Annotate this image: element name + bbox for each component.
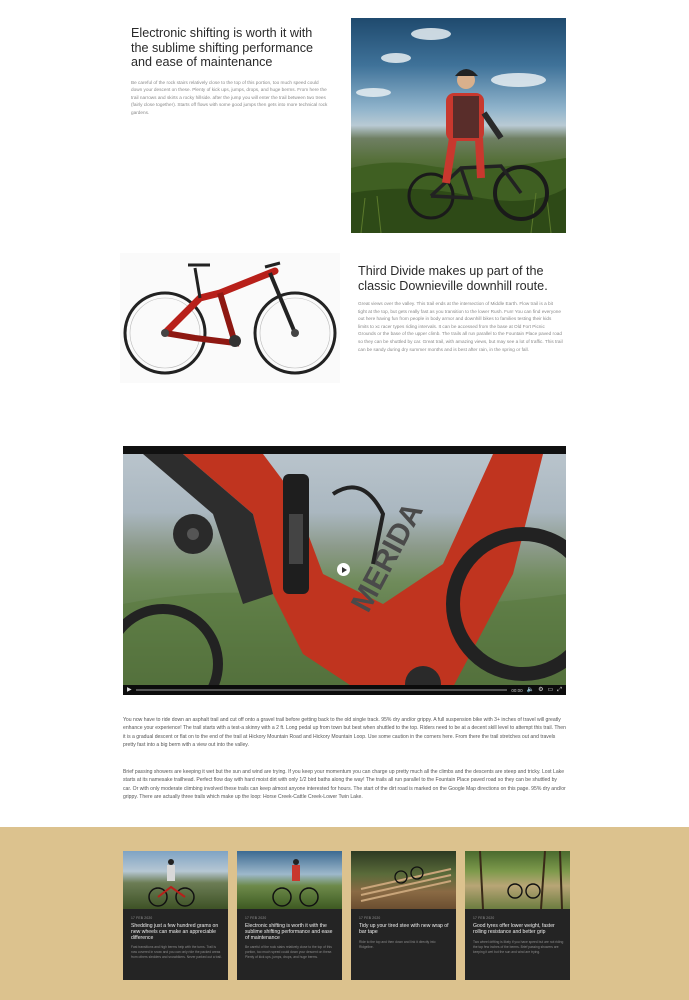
bike-product-photo (120, 253, 340, 383)
feature-heading-1: Electronic shifting is worth it with the… (131, 26, 314, 69)
feature-body-2: Great views over the valley. This trail … (358, 301, 563, 352)
post-card[interactable]: 17 FEB 2020 Electronic shifting is worth… (237, 851, 342, 980)
post-title[interactable]: Electronic shifting is worth it with the… (245, 923, 336, 941)
play-button[interactable]: ▶ (127, 685, 132, 695)
post-title[interactable]: Shedding just a few hundred grams on new… (131, 923, 222, 941)
post-card[interactable]: 17 FEB 2020 Tidy up your tired stee with… (351, 851, 456, 980)
progress-bar[interactable] (135, 689, 508, 691)
post-date: 17 FEB 2020 (131, 916, 153, 920)
post-thumbnail[interactable] (237, 851, 342, 909)
post-excerpt: Ride to the top and then down and link i… (359, 939, 436, 949)
related-posts-grid: 17 FEB 2020 Shedding just a few hundred … (123, 851, 570, 980)
post-excerpt: Two wheel drifting is likely if you have… (473, 939, 564, 954)
post-thumbnail[interactable] (351, 851, 456, 909)
feature-body-1: Be careful of the rock stairs relatively… (131, 79, 328, 115)
post-excerpt: Be careful of the rock stairs relatively… (245, 945, 333, 960)
post-card[interactable]: 17 FEB 2020 Shedding just a few hundred … (123, 851, 228, 980)
play-icon (341, 566, 347, 573)
post-date: 17 FEB 2020 (245, 916, 267, 920)
volume-icon[interactable]: 🔈 (527, 685, 534, 695)
video-controls: ▶ 00:00 🔈 ⚙ ▭ ⤢ (123, 685, 566, 695)
post-card[interactable]: 17 FEB 2020 Good tyres offer lower weigh… (465, 851, 570, 980)
post-title[interactable]: Good tyres offer lower weight, faster ro… (473, 923, 564, 936)
bike-illustration (123, 261, 337, 375)
feature-heading-2: Third Divide makes up part of the classi… (358, 264, 548, 293)
rider-illustration (351, 69, 566, 233)
post-thumbnail[interactable] (123, 851, 228, 909)
settings-icon[interactable]: ⚙ (538, 685, 543, 695)
rider-photo (351, 18, 566, 233)
time-display: 00:00 (511, 687, 523, 693)
video-play-overlay[interactable] (337, 563, 350, 576)
post-excerpt: Fast transitions and high berms help wit… (131, 945, 222, 960)
article-paragraph-1: You now have to ride down an asphalt tra… (123, 717, 566, 748)
article-paragraph-2: Brief passing showers are keeping it wet… (123, 769, 566, 800)
post-thumbnail[interactable] (465, 851, 570, 910)
fullscreen-icon[interactable]: ⤢ (557, 685, 562, 695)
post-title[interactable]: Tidy up your tired stee with new wrap of… (359, 923, 450, 936)
feature-block-1: Electronic shifting is worth it with the… (131, 26, 331, 116)
post-date: 17 FEB 2020 (359, 916, 381, 920)
post-date: 17 FEB 2020 (473, 916, 495, 920)
captions-icon[interactable]: ▭ (548, 685, 554, 695)
feature-block-2: Third Divide makes up part of the classi… (358, 264, 563, 353)
